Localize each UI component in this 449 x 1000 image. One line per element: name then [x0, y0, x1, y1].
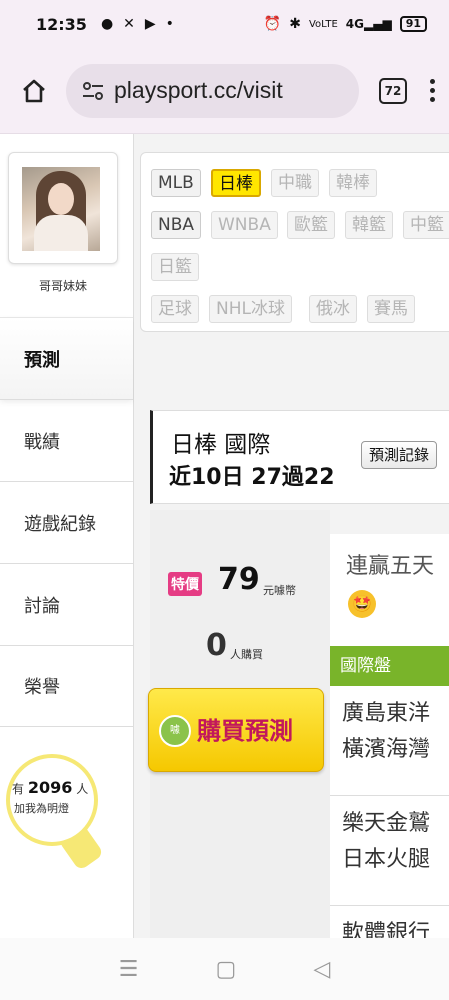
menu-icon[interactable] — [429, 79, 435, 102]
home-nav-icon[interactable]: ▢ — [215, 957, 236, 982]
recents-icon[interactable]: ☰ — [119, 957, 139, 982]
league-filter-panel: MLB 日棒 中職 韓棒 NBA WNBA 歐籃 韓籃 中籃 日籃 足球 NHL… — [140, 152, 449, 332]
bluetooth-icon: ✱ — [289, 16, 301, 32]
avatar[interactable] — [8, 152, 118, 264]
avatar-image — [22, 167, 100, 251]
home-icon — [23, 79, 45, 102]
alarm-icon: ⏰ — [263, 16, 282, 32]
username: 哥哥妹妹 — [38, 279, 87, 293]
coin-icon: 噱 — [159, 715, 191, 747]
chip-eubasket[interactable]: 歐籃 — [287, 211, 335, 239]
streak-headline: 連贏五天 — [346, 554, 435, 579]
games-list: 連贏五天 🤩 國際盤 廣島東洋 橫濱海灣 樂天金鷲 日本火腿 軟體銀行 — [330, 534, 449, 938]
prediction-title: 日棒 國際 — [171, 432, 271, 458]
price-value: 79 — [218, 562, 260, 597]
league-header: 國際盤 — [330, 646, 449, 686]
main-content: MLB 日棒 中職 韓棒 NBA WNBA 歐籃 韓籃 中籃 日籃 足球 NHL… — [134, 134, 449, 938]
browser-toolbar: playsport.cc/visit 72 — [0, 48, 449, 134]
buy-prediction-button[interactable]: 噱 購買預測 — [148, 688, 324, 772]
address-bar[interactable]: playsport.cc/visit — [66, 63, 359, 118]
sidebar-item-honors[interactable]: 榮譽 — [0, 645, 133, 727]
fan-icon: ✕ — [123, 16, 135, 32]
signal-icon: 4G▂▄▆ — [345, 17, 392, 31]
sidebar-item-record[interactable]: 戰績 — [0, 399, 133, 481]
sidebar-item-discussion[interactable]: 討論 — [0, 563, 133, 645]
status-time: 12:35 — [36, 14, 87, 34]
battery-icon: 91 — [399, 16, 427, 32]
follow-lamp-button[interactable]: 有 2096 人 加我為明燈 — [6, 754, 106, 874]
buyer-unit: 人購買 — [230, 648, 263, 661]
chip-cnbasket[interactable]: 中籃 — [403, 211, 449, 239]
match-row[interactable]: 廣島東洋 橫濱海灣 — [330, 686, 449, 796]
sidebar-item-predict[interactable]: 預測 — [0, 317, 133, 399]
star-eyes-emoji-icon: 🤩 — [348, 590, 376, 618]
chip-jpbaseball[interactable]: 日棒 — [211, 169, 261, 197]
chip-khl[interactable]: 俄冰 — [309, 295, 357, 323]
home-button[interactable] — [14, 71, 54, 111]
notification-icons: ● ✕ ▶ • — [101, 16, 174, 32]
chip-nba[interactable]: NBA — [151, 211, 202, 239]
fan-count: 有 2096 人 — [12, 778, 89, 797]
prediction-header: 日棒 國際 近10日 27過22 預測記錄 — [150, 410, 449, 504]
match-row[interactable]: 軟體銀行 — [330, 906, 449, 938]
chip-soccer[interactable]: 足球 — [151, 295, 199, 323]
site-settings-icon[interactable] — [80, 78, 106, 104]
fan-caption: 加我為明燈 — [14, 802, 69, 815]
buy-prediction-label: 購買預測 — [197, 717, 293, 745]
status-bar: 12:35 ● ✕ ▶ • ⏰ ✱ VoLTE 4G▂▄▆ 91 — [0, 0, 449, 48]
prediction-history-button[interactable]: 預測記錄 — [361, 441, 438, 469]
dot-icon: • — [165, 16, 174, 32]
match-row[interactable]: 樂天金鷲 日本火腿 — [330, 796, 449, 906]
tab-switcher-button[interactable]: 72 — [379, 77, 407, 104]
chip-cpbl[interactable]: 中職 — [271, 169, 319, 197]
chip-wnba[interactable]: WNBA — [211, 211, 278, 239]
chat-icon: ● — [100, 16, 114, 32]
chip-krbasket[interactable]: 韓籃 — [345, 211, 393, 239]
special-price-badge: 特價 — [168, 572, 202, 596]
prediction-record: 近10日 27過22 — [169, 465, 335, 490]
profile-sidebar: 哥哥妹妹 預測 戰績 遊戲紀錄 討論 榮譽 有 2096 人 加我為明燈 — [0, 134, 134, 938]
system-navigation-bar: ☰ ▢ ◁ — [0, 938, 449, 1000]
youtube-icon: ▶ — [144, 16, 156, 32]
back-icon[interactable]: ◁ — [313, 957, 330, 982]
chip-jpbasket[interactable]: 日籃 — [151, 253, 199, 281]
volte-icon: VoLTE — [308, 18, 338, 30]
price-unit: 元噱幣 — [263, 584, 296, 597]
chip-nhl[interactable]: NHL冰球 — [209, 295, 292, 323]
chip-mlb[interactable]: MLB — [151, 169, 201, 197]
sidebar-item-game-log[interactable]: 遊戲紀錄 — [0, 481, 133, 563]
chip-kbo[interactable]: 韓棒 — [329, 169, 377, 197]
buyer-count: 0 — [206, 628, 227, 663]
system-icons: ⏰ ✱ VoLTE 4G▂▄▆ 91 — [264, 16, 427, 32]
chip-horse[interactable]: 賽馬 — [367, 295, 415, 323]
url-text: playsport.cc/visit — [114, 77, 283, 103]
